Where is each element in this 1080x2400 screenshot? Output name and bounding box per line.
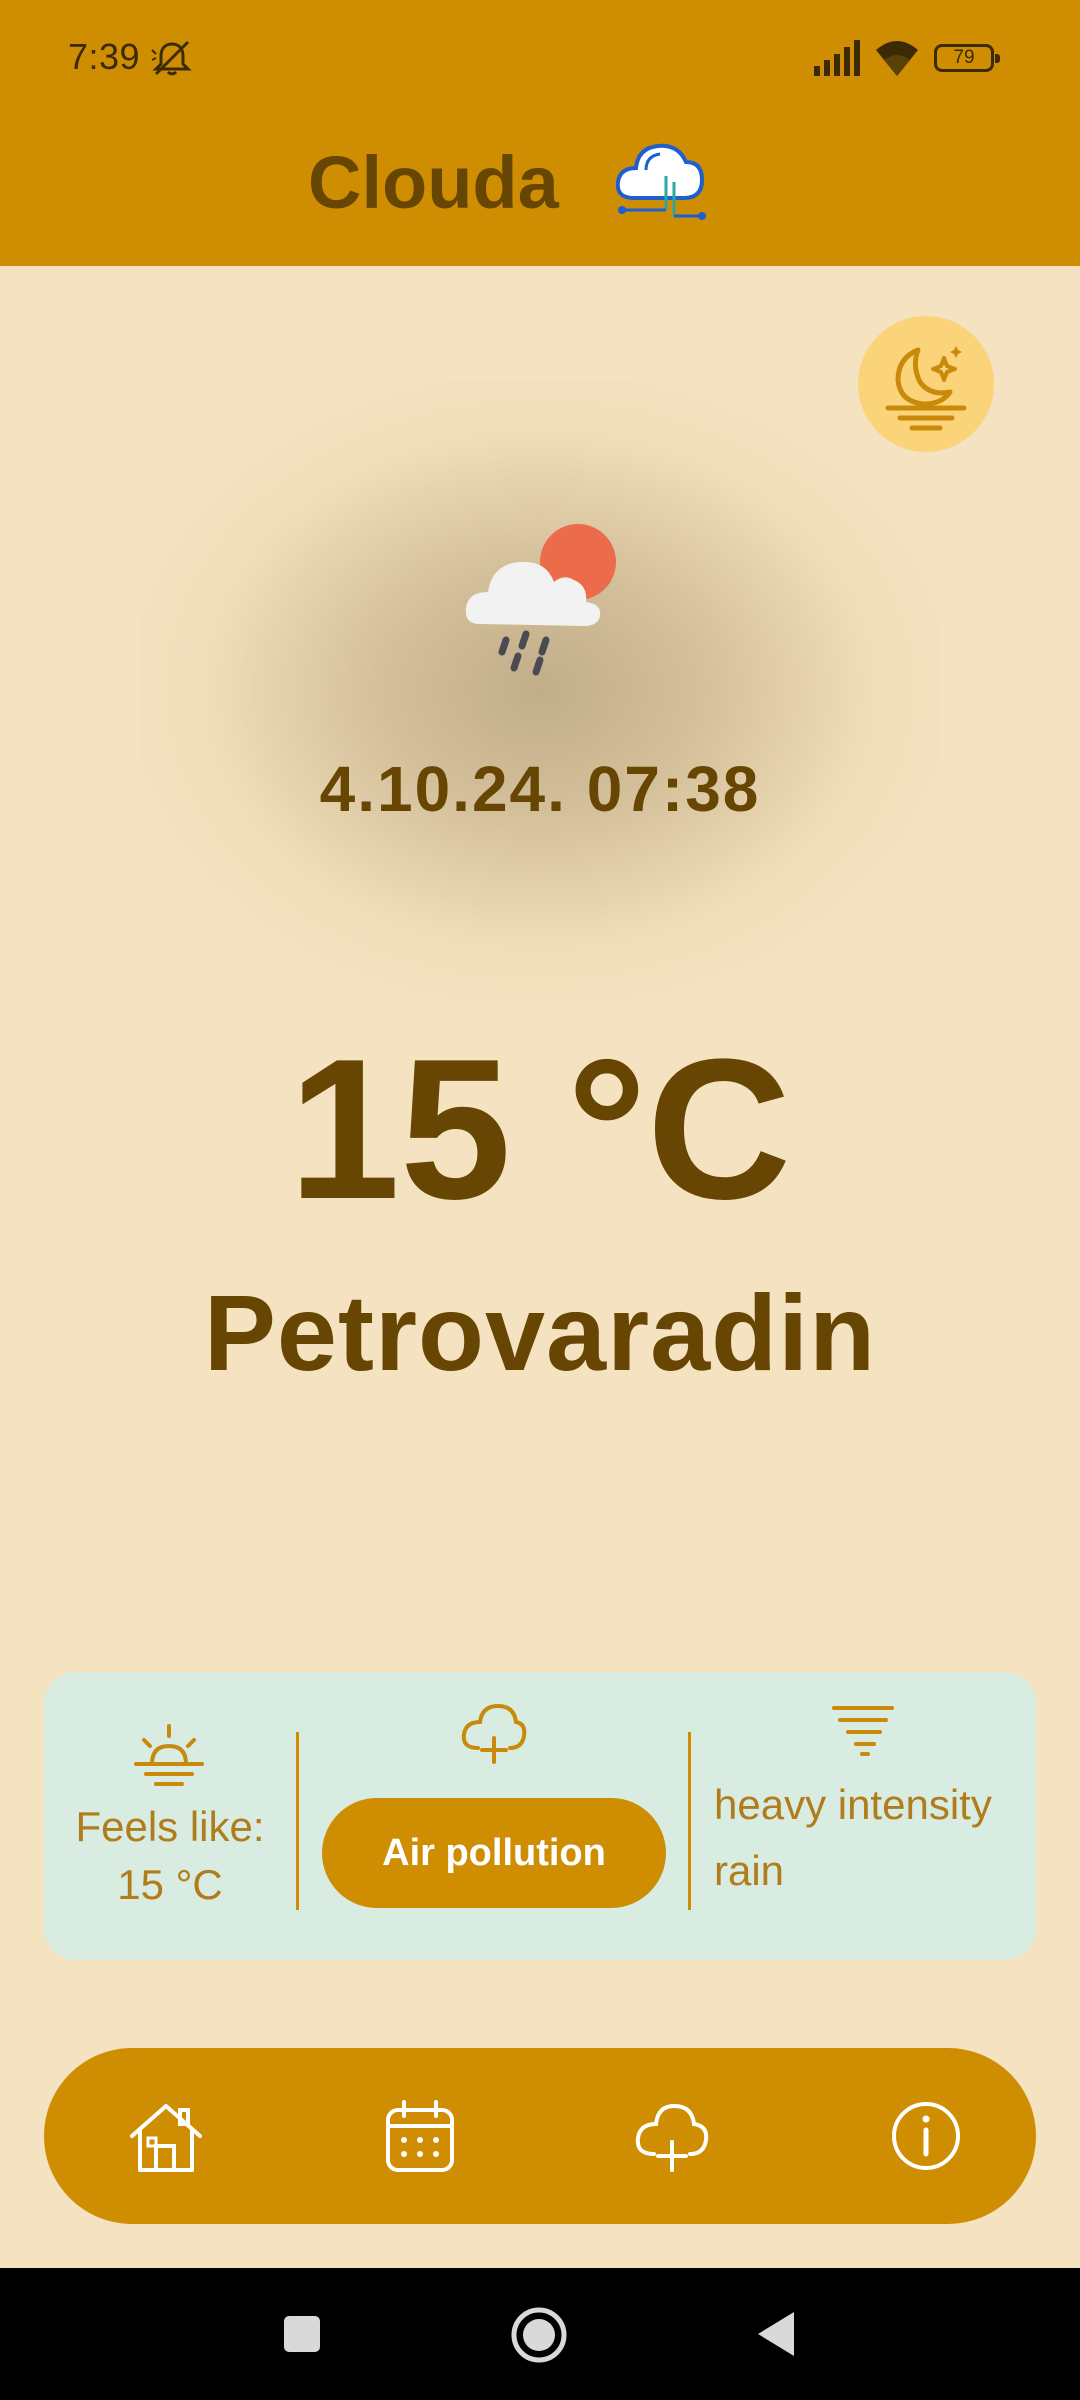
app-title: Clouda [308,141,559,224]
home-button[interactable] [510,2306,568,2364]
battery-level: 79 [953,47,975,68]
weather-glow [140,380,940,1000]
cloud-logo-icon [615,143,706,220]
status-time: 7:39 [68,36,141,77]
feels-like-label: Feels like: [75,1803,265,1850]
cloud-plus-icon [635,2103,709,2172]
divider [688,1732,691,1910]
city-name: Petrovaradin [203,1272,877,1393]
date-time: 4.10.24. 07:38 [319,753,761,825]
info-icon [892,2102,960,2170]
mute-icon [151,40,192,76]
system-navigation-bar [0,2268,1080,2400]
air-pollution-button[interactable]: Air pollution [322,1798,666,1908]
recents-button[interactable] [282,2314,322,2354]
feels-like-value: 15 °C [117,1861,223,1908]
cloud-plus-icon [461,1703,527,1764]
app-header: 7:39 79 Clouda [0,0,1080,266]
nav-calendar[interactable] [380,2096,460,2176]
nav-air-quality[interactable] [632,2096,712,2176]
back-button[interactable] [754,2308,798,2360]
battery-icon: 79 [934,44,1000,72]
sunrise-icon [134,1724,204,1786]
home-icon [130,2104,202,2172]
divider [296,1732,299,1910]
tornado-icon [832,1706,894,1756]
cloud-rain-sun-icon [465,524,616,676]
bottom-navigation [44,2048,1036,2224]
wifi-icon [876,41,918,76]
calendar-icon [386,2100,454,2172]
feels-like: Feels like: 15 °C [44,1798,296,1914]
temperature: 15 °C [288,1018,792,1241]
nav-home[interactable] [126,2096,206,2176]
signal-icon [814,40,860,76]
nav-info[interactable] [886,2096,966,2176]
weather-description: heavy intensity rain [714,1781,992,1894]
weather-info-card: Feels like: 15 °C Air pollution heavy in… [44,1672,1036,1960]
